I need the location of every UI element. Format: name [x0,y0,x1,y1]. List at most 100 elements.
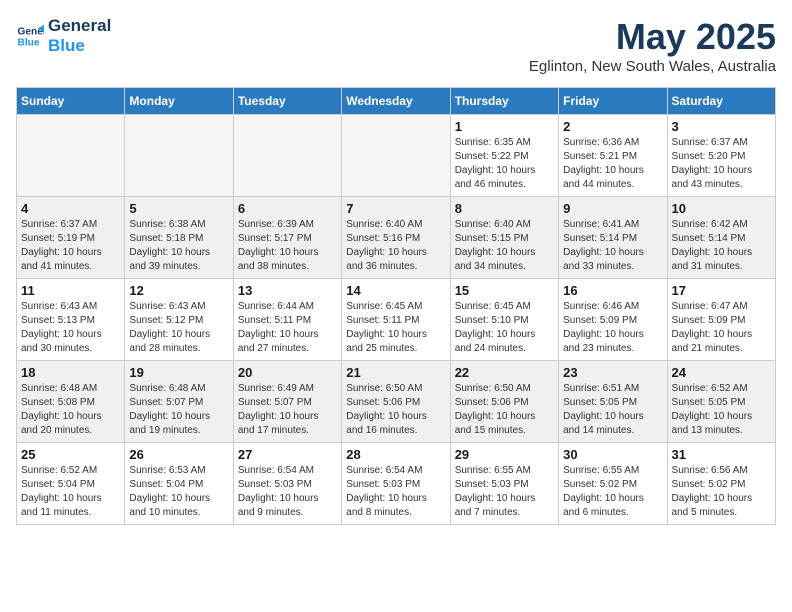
calendar-table: SundayMondayTuesdayWednesdayThursdayFrid… [16,87,776,525]
day-number: 28 [346,447,445,462]
day-info: Sunrise: 6:47 AM Sunset: 5:09 PM Dayligh… [672,300,771,356]
day-number: 30 [563,447,662,462]
calendar-cell: 17 Sunrise: 6:47 AM Sunset: 5:09 PM Dayli… [667,279,775,361]
calendar-cell: 7Sunrise: 6:40 AM Sunset: 5:16 PM Daylig… [342,197,450,279]
calendar-cell: 18 Sunrise: 6:48 AM Sunset: 5:08 PM Dayli… [17,361,125,443]
day-info: Sunrise: 6:49 AM Sunset: 5:07 PM Dayligh… [238,382,337,438]
calendar-cell: 4 Sunrise: 6:37 AM Sunset: 5:19 PM Daylig… [17,197,125,279]
month-title: May 2025 [529,16,776,58]
day-info: Sunrise: 6:38 AM Sunset: 5:18 PM Dayligh… [129,218,228,274]
day-info: Sunrise: 6:56 AM Sunset: 5:02 PM Dayligh… [672,464,771,520]
day-number: 24 [672,365,771,380]
calendar-cell: 27 Sunrise: 6:54 AM Sunset: 5:03 PM Dayli… [233,443,341,525]
day-info: Sunrise: 6:45 AM Sunset: 5:10 PM Dayligh… [455,300,554,356]
calendar-cell: 26 Sunrise: 6:53 AM Sunset: 5:04 PM Dayli… [125,443,233,525]
day-number: 2 [563,119,662,134]
day-number: 1 [455,119,554,134]
calendar-cell: 2 Sunrise: 6:36 AM Sunset: 5:21 PM Daylig… [559,115,667,197]
day-number: 10 [672,201,771,216]
calendar-cell: 1 Sunrise: 6:35 AM Sunset: 5:22 PM Daylig… [450,115,558,197]
day-number: 20 [238,365,337,380]
calendar-cell: 25 Sunrise: 6:52 AM Sunset: 5:04 PM Dayli… [17,443,125,525]
day-info: Sunrise: 6:48 AM Sunset: 5:07 PM Dayligh… [129,382,228,438]
day-number: 12 [129,283,228,298]
day-number: 23 [563,365,662,380]
svg-text:Blue: Blue [18,38,40,49]
day-info: Sunrise: 6:40 AM Sunset: 5:16 PM Dayligh… [346,218,445,274]
day-number: 17 [672,283,771,298]
week-row-4: 18 Sunrise: 6:48 AM Sunset: 5:08 PM Dayli… [17,361,776,443]
day-info: Sunrise: 6:55 AM Sunset: 5:02 PM Dayligh… [563,464,662,520]
day-info: Sunrise: 6:48 AM Sunset: 5:08 PM Dayligh… [21,382,120,438]
day-number: 31 [672,447,771,462]
day-info: Sunrise: 6:55 AM Sunset: 5:03 PM Dayligh… [455,464,554,520]
day-info: Sunrise: 6:39 AM Sunset: 5:17 PM Dayligh… [238,218,337,274]
day-info: Sunrise: 6:40 AM Sunset: 5:15 PM Dayligh… [455,218,554,274]
title-block: May 2025 Eglinton, New South Wales, Aust… [529,16,776,75]
day-info: Sunrise: 6:37 AM Sunset: 5:20 PM Dayligh… [672,136,771,192]
week-row-1: 1 Sunrise: 6:35 AM Sunset: 5:22 PM Daylig… [17,115,776,197]
day-number: 18 [21,365,120,380]
calendar-cell: 16 Sunrise: 6:46 AM Sunset: 5:09 PM Dayli… [559,279,667,361]
day-info: Sunrise: 6:54 AM Sunset: 5:03 PM Dayligh… [238,464,337,520]
day-info: Sunrise: 6:50 AM Sunset: 5:06 PM Dayligh… [455,382,554,438]
logo-icon: General Blue [16,22,44,50]
calendar-cell: 6 Sunrise: 6:39 AM Sunset: 5:17 PM Daylig… [233,197,341,279]
calendar-cell: 23 Sunrise: 6:51 AM Sunset: 5:05 PM Dayli… [559,361,667,443]
calendar-cell [233,115,341,197]
location-subtitle: Eglinton, New South Wales, Australia [529,58,776,75]
weekday-header-saturday: Saturday [667,88,775,115]
day-info: Sunrise: 6:54 AM Sunset: 5:03 PM Dayligh… [346,464,445,520]
day-number: 3 [672,119,771,134]
weekday-header-monday: Monday [125,88,233,115]
calendar-cell: 11 Sunrise: 6:43 AM Sunset: 5:13 PM Dayli… [17,279,125,361]
logo-text-blue: Blue [48,36,111,56]
day-info: Sunrise: 6:51 AM Sunset: 5:05 PM Dayligh… [563,382,662,438]
day-number: 15 [455,283,554,298]
calendar-cell: 10Sunrise: 6:42 AM Sunset: 5:14 PM Dayli… [667,197,775,279]
calendar-cell: 8 Sunrise: 6:40 AM Sunset: 5:15 PM Daylig… [450,197,558,279]
calendar-cell: 19 Sunrise: 6:48 AM Sunset: 5:07 PM Dayli… [125,361,233,443]
logo: General Blue General Blue [16,16,111,57]
day-number: 5 [129,201,228,216]
calendar-cell: 24Sunrise: 6:52 AM Sunset: 5:05 PM Dayli… [667,361,775,443]
day-number: 19 [129,365,228,380]
day-info: Sunrise: 6:36 AM Sunset: 5:21 PM Dayligh… [563,136,662,192]
calendar-cell: 15 Sunrise: 6:45 AM Sunset: 5:10 PM Dayli… [450,279,558,361]
day-number: 6 [238,201,337,216]
calendar-cell: 14Sunrise: 6:45 AM Sunset: 5:11 PM Dayli… [342,279,450,361]
day-number: 25 [21,447,120,462]
day-number: 8 [455,201,554,216]
week-row-5: 25 Sunrise: 6:52 AM Sunset: 5:04 PM Dayli… [17,443,776,525]
calendar-cell: 21Sunrise: 6:50 AM Sunset: 5:06 PM Dayli… [342,361,450,443]
day-info: Sunrise: 6:50 AM Sunset: 5:06 PM Dayligh… [346,382,445,438]
calendar-cell: 13Sunrise: 6:44 AM Sunset: 5:11 PM Dayli… [233,279,341,361]
day-info: Sunrise: 6:46 AM Sunset: 5:09 PM Dayligh… [563,300,662,356]
logo-text-general: General [48,16,111,36]
calendar-cell: 3 Sunrise: 6:37 AM Sunset: 5:20 PM Daylig… [667,115,775,197]
day-info: Sunrise: 6:35 AM Sunset: 5:22 PM Dayligh… [455,136,554,192]
page-header: General Blue General Blue May 2025 Eglin… [16,16,776,75]
calendar-cell: 12Sunrise: 6:43 AM Sunset: 5:12 PM Dayli… [125,279,233,361]
day-number: 26 [129,447,228,462]
day-info: Sunrise: 6:52 AM Sunset: 5:04 PM Dayligh… [21,464,120,520]
calendar-cell: 22Sunrise: 6:50 AM Sunset: 5:06 PM Dayli… [450,361,558,443]
day-info: Sunrise: 6:53 AM Sunset: 5:04 PM Dayligh… [129,464,228,520]
calendar-cell: 31 Sunrise: 6:56 AM Sunset: 5:02 PM Dayli… [667,443,775,525]
day-info: Sunrise: 6:45 AM Sunset: 5:11 PM Dayligh… [346,300,445,356]
day-info: Sunrise: 6:43 AM Sunset: 5:13 PM Dayligh… [21,300,120,356]
week-row-3: 11 Sunrise: 6:43 AM Sunset: 5:13 PM Dayli… [17,279,776,361]
week-row-2: 4 Sunrise: 6:37 AM Sunset: 5:19 PM Daylig… [17,197,776,279]
day-number: 27 [238,447,337,462]
calendar-cell: 28 Sunrise: 6:54 AM Sunset: 5:03 PM Dayli… [342,443,450,525]
calendar-cell: 5 Sunrise: 6:38 AM Sunset: 5:18 PM Daylig… [125,197,233,279]
calendar-cell: 29Sunrise: 6:55 AM Sunset: 5:03 PM Dayli… [450,443,558,525]
calendar-cell [342,115,450,197]
day-info: Sunrise: 6:41 AM Sunset: 5:14 PM Dayligh… [563,218,662,274]
day-number: 11 [21,283,120,298]
day-number: 4 [21,201,120,216]
weekday-header-wednesday: Wednesday [342,88,450,115]
weekday-header-sunday: Sunday [17,88,125,115]
day-info: Sunrise: 6:37 AM Sunset: 5:19 PM Dayligh… [21,218,120,274]
day-number: 16 [563,283,662,298]
